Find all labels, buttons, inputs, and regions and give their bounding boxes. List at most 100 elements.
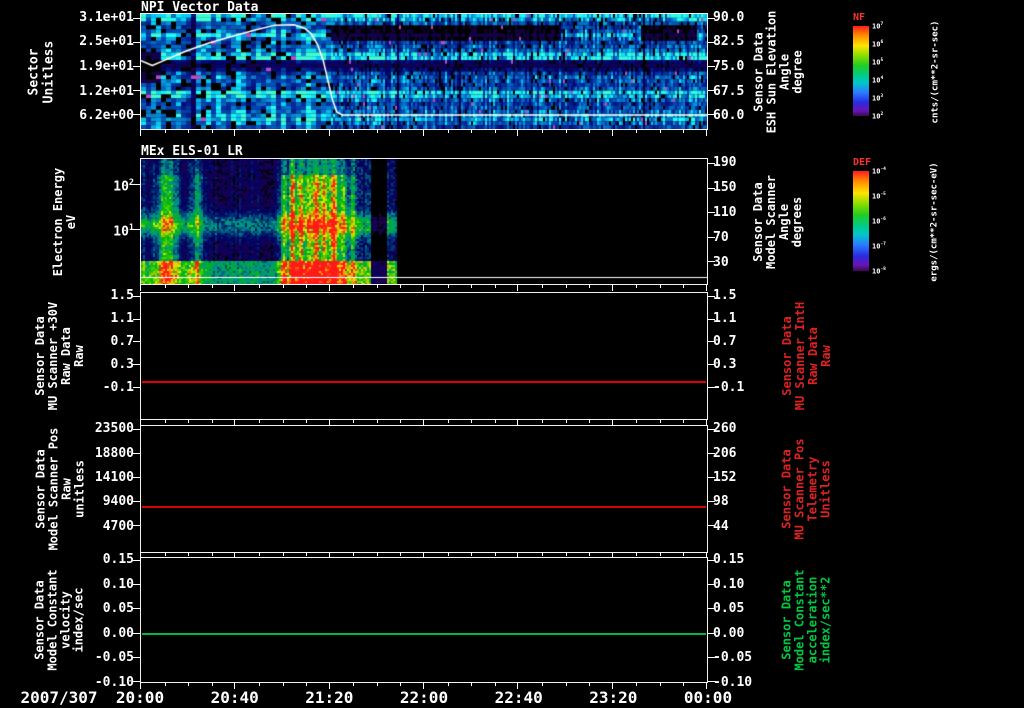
x-tick-mark: [234, 284, 236, 291]
x-minor-tick-mark: [541, 129, 543, 133]
scanner-pos-plot-area[interactable]: [133, 425, 715, 559]
x-minor-tick-mark: [282, 552, 284, 556]
y-tick-label: 44: [713, 519, 729, 535]
y-tick-label: 0.00: [713, 625, 745, 641]
time-tick-label: 22:40: [494, 688, 543, 707]
x-minor-tick-mark: [188, 129, 190, 133]
model-constant-right-ticks: 0.15 0.10 0.05 0.00 -0.05 -0.10: [710, 552, 788, 690]
x-minor-tick-mark: [376, 129, 378, 133]
x-minor-tick-mark: [258, 552, 260, 556]
x-minor-tick-mark: [164, 419, 166, 423]
x-minor-tick-mark: [659, 284, 661, 288]
time-tick-label: 21:20: [305, 688, 354, 707]
time-tick-label: 23:20: [589, 688, 638, 707]
x-minor-tick-mark: [306, 129, 308, 133]
mu-scanner-left-ticks: 1.5 1.1 0.7 0.3 -0.1: [0, 288, 137, 420]
model-scanner-pos-trace: [142, 506, 706, 509]
x-minor-tick-mark: [494, 284, 496, 288]
els-left-ticks: 102 101: [0, 158, 137, 285]
panel-npi-vector-data: Sector Unitless 3.1e+01 2.5e+01 1.9e+01 1.2…: [0, 10, 1024, 136]
scanner-pos-right-ticks: 260 206 152 98 44: [710, 421, 788, 553]
colorbar-tick-label: 106: [872, 40, 884, 49]
x-minor-tick-mark: [565, 284, 567, 288]
x-minor-tick-mark: [494, 129, 496, 133]
x-minor-tick-mark: [164, 284, 166, 288]
y-tick-label: 1.5: [110, 287, 134, 303]
x-minor-tick-mark: [636, 284, 638, 288]
y-tick-label: 6.2e+00: [79, 107, 134, 123]
y-tick-mark: [133, 114, 140, 116]
y-tick-mark: [133, 184, 140, 186]
x-minor-tick-mark: [376, 284, 378, 288]
y-tick-label: 0.15: [713, 552, 745, 568]
model-constant-plot-area[interactable]: [133, 557, 715, 689]
x-minor-tick-mark: [683, 129, 685, 133]
x-minor-tick-mark: [447, 284, 449, 288]
y-tick-mark: [133, 17, 140, 19]
y-tick-mark: [133, 656, 140, 658]
y-tick-label: 150: [713, 179, 737, 195]
y-tick-mark: [133, 318, 140, 320]
mu-scanner-right-ticks: 1.5 1.1 0.7 0.3 -0.1: [710, 288, 788, 420]
y-tick-label: 0.7: [713, 334, 737, 350]
panel-model-constant-velocity: Sensor Data Model Constant velocity inde…: [0, 552, 1024, 690]
y-tick-label: -0.05: [713, 650, 753, 666]
y-tick-label: -0.1: [713, 380, 745, 395]
x-minor-tick-mark: [683, 419, 685, 423]
x-minor-tick-mark: [258, 419, 260, 423]
x-minor-tick-mark: [565, 552, 567, 556]
x-minor-tick-mark: [400, 419, 402, 423]
colorbar-tick-label: 103: [872, 94, 884, 103]
panel-mu-scanner-30v: Sensor Data MU Scanner +30V Raw Data Raw…: [0, 288, 1024, 426]
x-minor-tick-mark: [636, 552, 638, 556]
x-minor-tick-mark: [400, 552, 402, 556]
y-tick-label: 98: [713, 494, 729, 510]
y-tick-label: 0.3: [110, 356, 134, 372]
x-minor-tick-mark: [211, 129, 213, 133]
y-tick-label: 4700: [102, 519, 134, 535]
def-colorbar: DEF 10-4 10-5 10-6 10-7 10-8 ergs/(cm**2-sr-…: [851, 157, 983, 285]
npi-plot-area[interactable]: [133, 13, 715, 136]
x-tick-mark: [234, 129, 236, 136]
x-minor-tick-mark: [589, 419, 591, 423]
x-minor-tick-mark: [494, 419, 496, 423]
x-minor-tick-mark: [353, 419, 355, 423]
panel-els-spectrogram: Electron Energy eV 102 101 190 150 110 70 30 …: [0, 155, 1024, 291]
nf-colorbar-unit: cnts/(cm**2-sr-sec): [930, 20, 941, 123]
y-tick-mark: [133, 229, 140, 231]
y-tick-mark: [133, 632, 140, 634]
x-minor-tick-mark: [353, 284, 355, 288]
colorbar-tick-label: 10-8: [872, 267, 886, 276]
x-tick-mark: [328, 129, 330, 136]
x-minor-tick-mark: [471, 552, 473, 556]
x-minor-tick-mark: [494, 552, 496, 556]
y-tick-label: 206: [713, 445, 737, 461]
colorbar-tick-label: 105: [872, 58, 884, 67]
def-colorbar-title: DEF: [853, 157, 872, 168]
y-tick-label: 110: [713, 204, 737, 220]
x-tick-mark: [517, 284, 519, 291]
x-minor-tick-mark: [282, 419, 284, 423]
mu-scanner-plot-area[interactable]: [133, 292, 715, 426]
y-tick-label: 152: [713, 469, 737, 485]
els-plot-area[interactable]: [133, 158, 715, 291]
y-tick-label: 260: [713, 420, 737, 436]
nf-colorbar-gradient: [853, 26, 869, 116]
x-minor-tick-mark: [471, 419, 473, 423]
y-tick-mark: [133, 608, 140, 610]
y-tick-label: 23500: [94, 420, 134, 436]
x-minor-tick-mark: [258, 284, 260, 288]
x-minor-tick-mark: [471, 284, 473, 288]
y-tick-mark: [133, 584, 140, 586]
els-spectrogram-canvas: [141, 159, 707, 284]
x-minor-tick-mark: [211, 552, 213, 556]
y-tick-label: 1.2e+01: [79, 83, 134, 99]
y-tick-label: 0.10: [102, 576, 134, 592]
date-label: 2007/307: [20, 688, 98, 707]
colorbar-tick-label: 10-6: [872, 217, 886, 226]
x-minor-tick-mark: [376, 419, 378, 423]
y-tick-label: -0.1: [102, 380, 134, 395]
mu-scanner-30v-trace: [142, 380, 706, 383]
y-tick-mark: [133, 41, 140, 43]
y-tick-label: 0.10: [713, 576, 745, 592]
